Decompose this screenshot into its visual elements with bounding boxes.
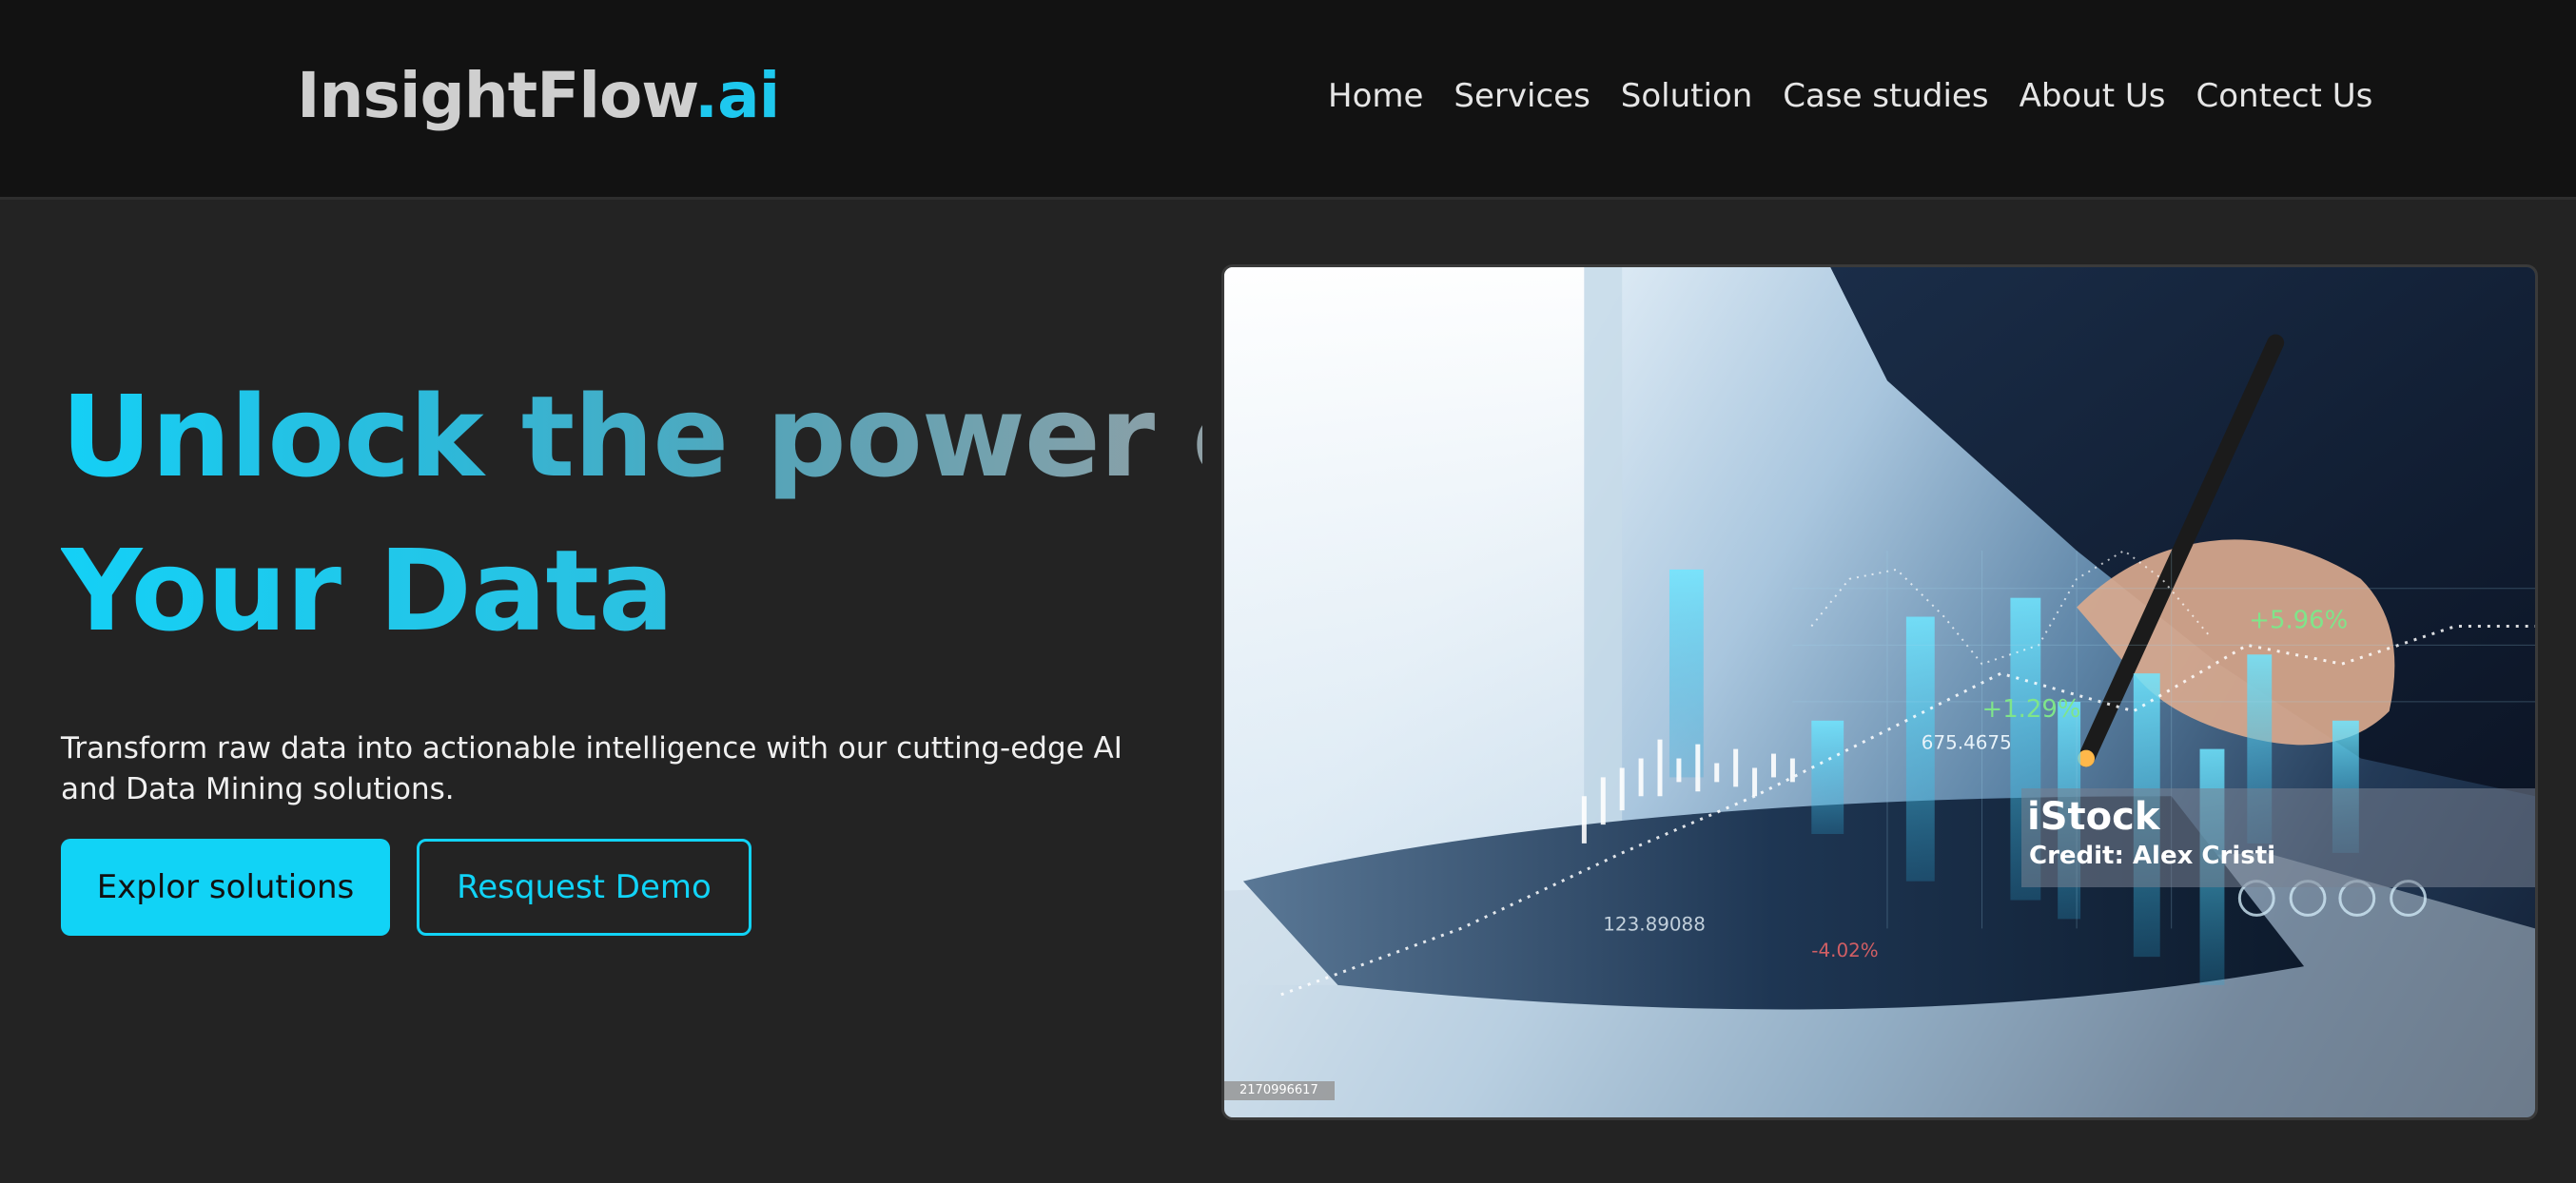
watermark-credit: Credit: Alex Cristi [2029,842,2276,870]
overlay-label-change-b: +1.29% [1982,695,2081,724]
nav-contact-us[interactable]: Contect Us [2196,80,2373,112]
logo-accent: .ai [694,59,780,132]
hero-illustration: +5.96% +1.29% 675.4675 123.89088 -4.02% [1224,267,2535,1117]
hero-title-line1: Unlock the power of [61,359,1317,514]
image-id-tag: 2170996617 [1224,1081,1335,1100]
hero-description: Transform raw data into actionable intel… [61,731,1122,806]
hero-image: +5.96% +1.29% 675.4675 123.89088 -4.02% … [1221,264,2538,1120]
watermark-brand: iStock [2027,795,2160,839]
overlay-label-value: 123.89088 [1603,913,1706,935]
hero-title: Unlock the power of Your Data [61,359,1317,668]
request-demo-button[interactable]: Resquest Demo [417,839,751,936]
nav-about-us[interactable]: About Us [2020,80,2166,112]
logo-main: InsightFlow [297,59,695,132]
nav-home[interactable]: Home [1328,80,1423,112]
overlay-label-change-a: +5.96% [2249,606,2348,634]
explore-solutions-button[interactable]: Explor solutions [61,839,390,936]
hero-title-line2: Your Data [61,514,674,668]
nav-services[interactable]: Services [1454,80,1590,112]
overlay-label-change-c: -4.02% [1811,940,1878,961]
nav-solution[interactable]: Solution [1621,80,1753,112]
main-nav: Home Services Solution Case studies Abou… [1328,80,2372,112]
site-header: InsightFlow.ai Home Services Solution Ca… [0,0,2576,200]
overlay-label-price: 675.4675 [1922,732,2012,754]
brand-logo[interactable]: InsightFlow.ai [297,65,780,127]
nav-case-studies[interactable]: Case studies [1783,80,1988,112]
